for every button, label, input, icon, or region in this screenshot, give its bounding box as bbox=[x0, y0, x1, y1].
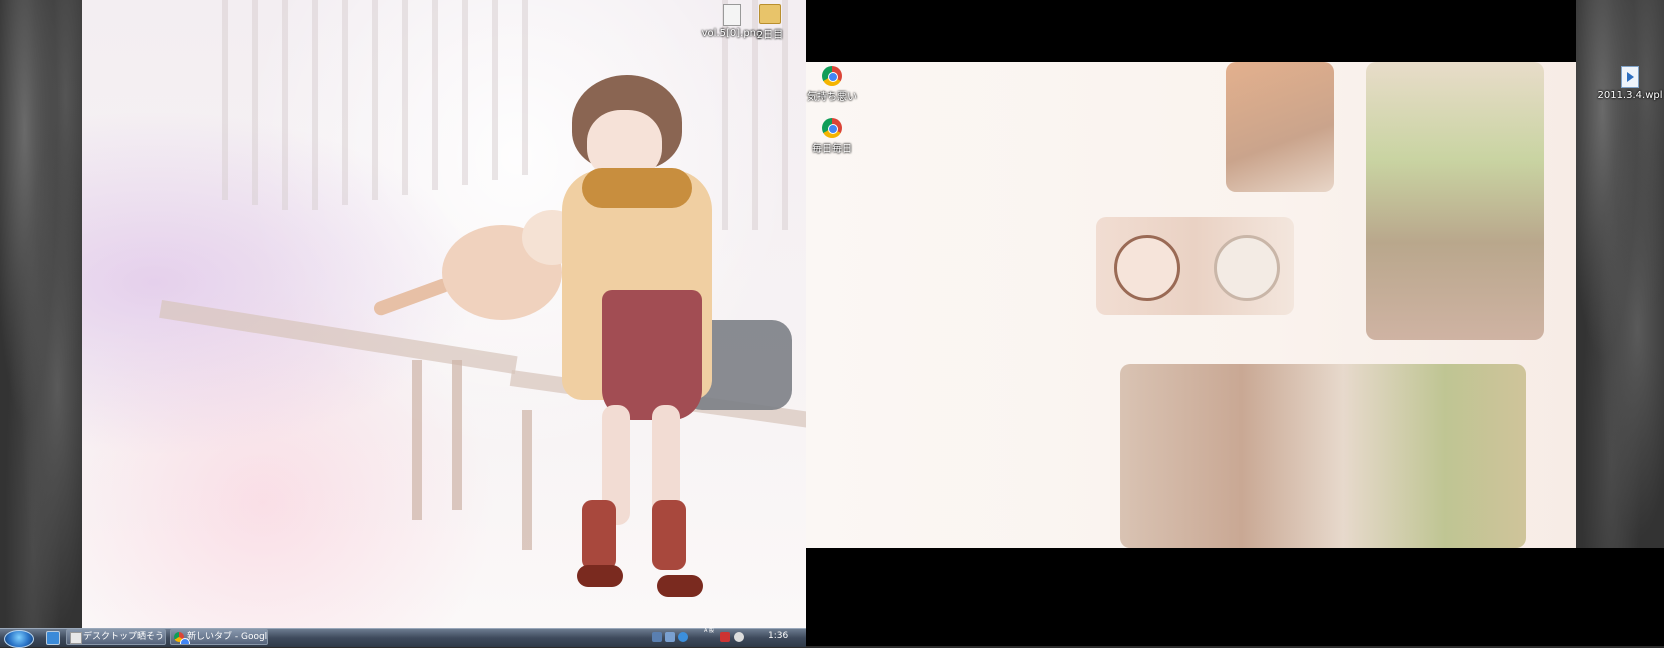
fence-bar bbox=[282, 0, 288, 210]
girl-sock bbox=[652, 500, 686, 570]
fence-bar bbox=[342, 0, 348, 205]
fence-bar bbox=[372, 0, 378, 200]
wallpaper-panel-house bbox=[1120, 364, 1526, 548]
wallpaper-panel-station bbox=[1366, 62, 1544, 340]
wallpaper-primary bbox=[82, 0, 806, 628]
bench-plank bbox=[159, 300, 518, 375]
desktop-icon-chrome-shortcut[interactable]: 毎日毎日 bbox=[792, 118, 872, 155]
desktop-icon-label: 気持ち悪い bbox=[807, 92, 857, 103]
girl-scarf bbox=[582, 168, 692, 208]
girl-shoe bbox=[577, 565, 623, 587]
fence-bar bbox=[462, 0, 468, 185]
fence-bar bbox=[222, 0, 228, 200]
start-button[interactable] bbox=[4, 630, 34, 648]
fence-bar bbox=[312, 0, 318, 210]
chrome-icon bbox=[822, 118, 842, 138]
fence-bar bbox=[492, 0, 498, 180]
desktop-icon-label: 2日目 bbox=[756, 30, 784, 41]
wallpaper-panel-faces bbox=[1096, 217, 1294, 315]
monitor-gap-bottom bbox=[806, 548, 1664, 646]
monitor-gap-top bbox=[806, 0, 1576, 62]
messenger-icon[interactable] bbox=[678, 632, 688, 642]
chrome-icon bbox=[822, 66, 842, 86]
network-icon[interactable] bbox=[652, 632, 662, 642]
fence-bar bbox=[432, 0, 438, 190]
girl-dress bbox=[602, 290, 702, 420]
wallpaper-secondary bbox=[806, 62, 1576, 548]
cat-tail bbox=[372, 276, 452, 318]
desktop-icon-folder[interactable]: 2日目 bbox=[740, 4, 800, 41]
media-playlist-icon bbox=[1621, 66, 1639, 88]
desktop-icon-label: 2011.3.4.wpl bbox=[1597, 90, 1663, 101]
girl-shoe bbox=[657, 575, 703, 597]
fence-bar bbox=[402, 0, 408, 195]
taskbar-button-label: 新しいタブ - Googl… bbox=[187, 632, 268, 642]
image-file-icon bbox=[723, 4, 741, 26]
security-icon[interactable] bbox=[720, 632, 730, 642]
taskbar-button-thread[interactable]: デスクトップ晒そう… bbox=[66, 629, 166, 645]
cat-face bbox=[1214, 235, 1280, 301]
desktop-background-left bbox=[0, 0, 82, 646]
desktop-icon-playlist[interactable]: 2011.3.4.wpl bbox=[1596, 66, 1664, 101]
taskbar-clock[interactable]: 1:36 bbox=[768, 631, 788, 641]
chrome-icon bbox=[174, 632, 190, 644]
girl-face bbox=[1114, 235, 1180, 301]
tool-icon[interactable] bbox=[665, 632, 675, 642]
volume-icon[interactable] bbox=[734, 632, 744, 642]
taskbar-button-chrome[interactable]: 新しいタブ - Googl… bbox=[170, 629, 268, 645]
bench-leg bbox=[522, 410, 532, 550]
fence-bar bbox=[522, 0, 528, 175]
desktop-icon-chrome-shortcut[interactable]: 気持ち悪い bbox=[792, 66, 872, 103]
bench-leg bbox=[452, 360, 462, 510]
bench-leg bbox=[412, 360, 422, 520]
taskbar-button-label: デスクトップ晒そう… bbox=[83, 632, 166, 642]
explorer-icon bbox=[70, 632, 82, 644]
language-indicator[interactable]: A 般 bbox=[704, 628, 714, 634]
fence-bar bbox=[252, 0, 258, 205]
wallpaper-panel-cat bbox=[1226, 62, 1334, 192]
show-desktop-icon[interactable] bbox=[46, 631, 60, 645]
girl-sock bbox=[582, 500, 616, 570]
desktop-icon-label: 毎日毎日 bbox=[812, 144, 852, 155]
folder-icon bbox=[759, 4, 781, 24]
